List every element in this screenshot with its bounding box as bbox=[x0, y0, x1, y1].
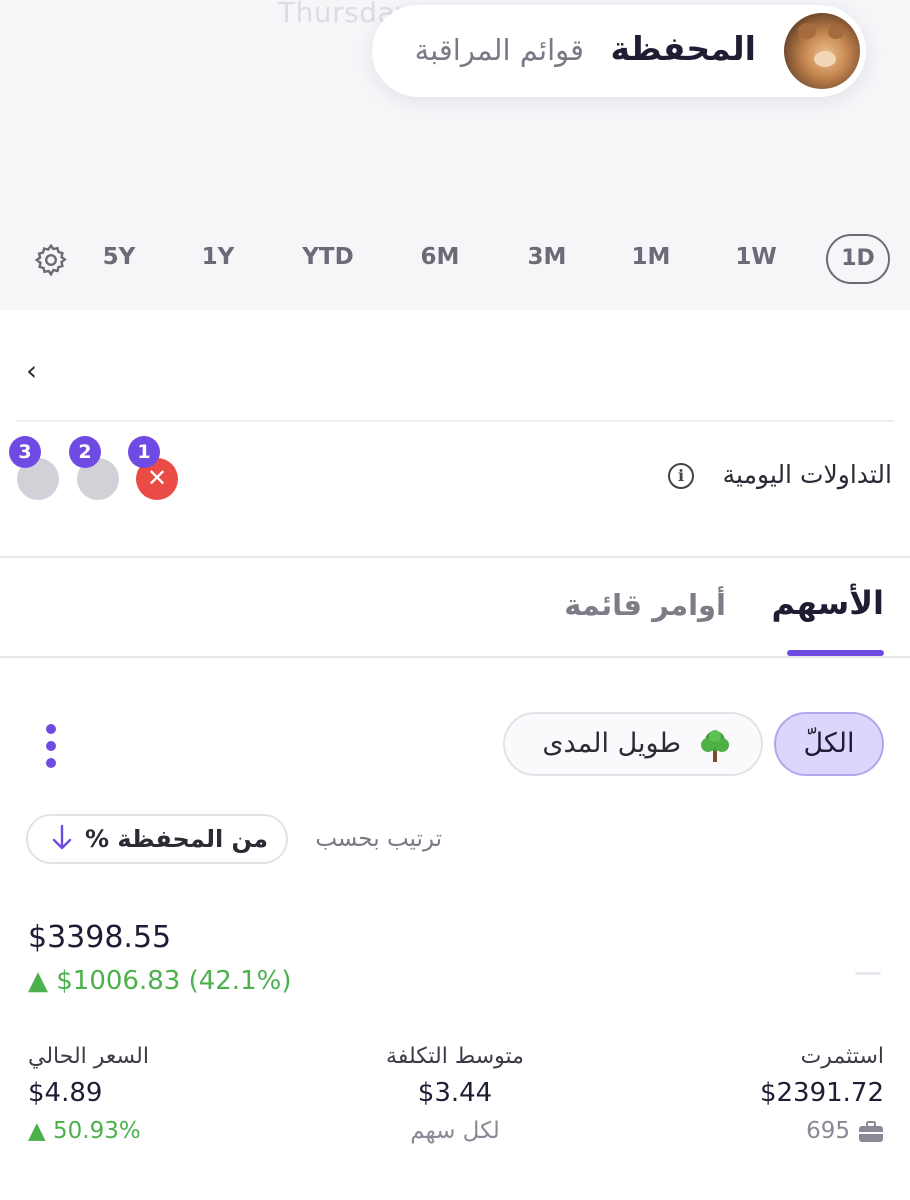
range-3m[interactable]: 3M bbox=[528, 244, 567, 270]
invested-label: استثمرت bbox=[800, 1044, 884, 1069]
range-1m[interactable]: 1M bbox=[632, 244, 671, 270]
range-ytd[interactable]: YTD bbox=[302, 244, 353, 270]
current-price-value: $4.89 bbox=[28, 1078, 103, 1108]
shares-count: 695 bbox=[806, 1118, 850, 1144]
avg-cost-label: متوسط التكلفة bbox=[386, 1044, 524, 1069]
current-price-change: ▲ 50.93% bbox=[28, 1118, 141, 1144]
divider bbox=[0, 556, 910, 558]
holding-total-value: $3398.55 bbox=[28, 920, 172, 955]
tree-icon bbox=[701, 730, 729, 762]
current-price-label: السعر الحالي bbox=[28, 1044, 149, 1069]
tab-watchlists[interactable]: قوائم المراقبة bbox=[415, 33, 584, 67]
divider bbox=[0, 656, 910, 658]
arrow-down-icon bbox=[52, 824, 72, 850]
divider bbox=[16, 420, 894, 422]
filter-long-term-label: طويل المدى bbox=[542, 728, 681, 759]
range-5y[interactable]: 5Y bbox=[103, 244, 136, 270]
header-tabs: المحفظة قوائم المراقبة bbox=[372, 5, 866, 97]
filter-all-chip[interactable]: الكلّ bbox=[774, 712, 884, 776]
day-trades-label: التداولات اليومية bbox=[722, 460, 892, 489]
holding-gain: ▲ $1006.83 (42.1%) bbox=[28, 966, 292, 996]
range-1d[interactable]: 1D bbox=[826, 234, 890, 284]
tab-portfolio[interactable]: المحفظة bbox=[610, 29, 756, 68]
avatar[interactable] bbox=[784, 13, 860, 89]
avg-cost-value: $3.44 bbox=[417, 1078, 493, 1108]
tab-stocks[interactable]: الأسهم bbox=[772, 584, 884, 622]
range-1w[interactable]: 1W bbox=[735, 244, 776, 270]
info-icon[interactable]: i bbox=[668, 463, 694, 489]
filter-long-term-chip[interactable]: طويل المدى bbox=[503, 712, 763, 776]
sort-value: % من المحفظة bbox=[84, 825, 268, 853]
day-trade-badge: 2 bbox=[69, 436, 101, 468]
more-options-icon[interactable] bbox=[46, 724, 56, 775]
avg-cost-sub: لكل سهم bbox=[410, 1118, 500, 1144]
chevron-left-icon[interactable]: ‹ bbox=[26, 354, 37, 387]
tab-open-orders[interactable]: أوامر قائمة bbox=[564, 588, 726, 622]
time-range-selector: 1D 1W 1M 3M 6M YTD 1Y 5Y bbox=[0, 230, 910, 290]
invested-value: $2391.72 bbox=[759, 1078, 884, 1108]
range-1y[interactable]: 1Y bbox=[202, 244, 235, 270]
range-6m[interactable]: 6M bbox=[421, 244, 460, 270]
day-trade-badge: 1 bbox=[128, 436, 160, 468]
decorative-dash bbox=[855, 972, 881, 975]
day-trade-badge: 3 bbox=[9, 436, 41, 468]
sort-selector[interactable]: % من المحفظة bbox=[26, 814, 288, 864]
sort-label: ترتيب بحسب bbox=[315, 826, 442, 852]
briefcase-icon bbox=[859, 1121, 883, 1142]
